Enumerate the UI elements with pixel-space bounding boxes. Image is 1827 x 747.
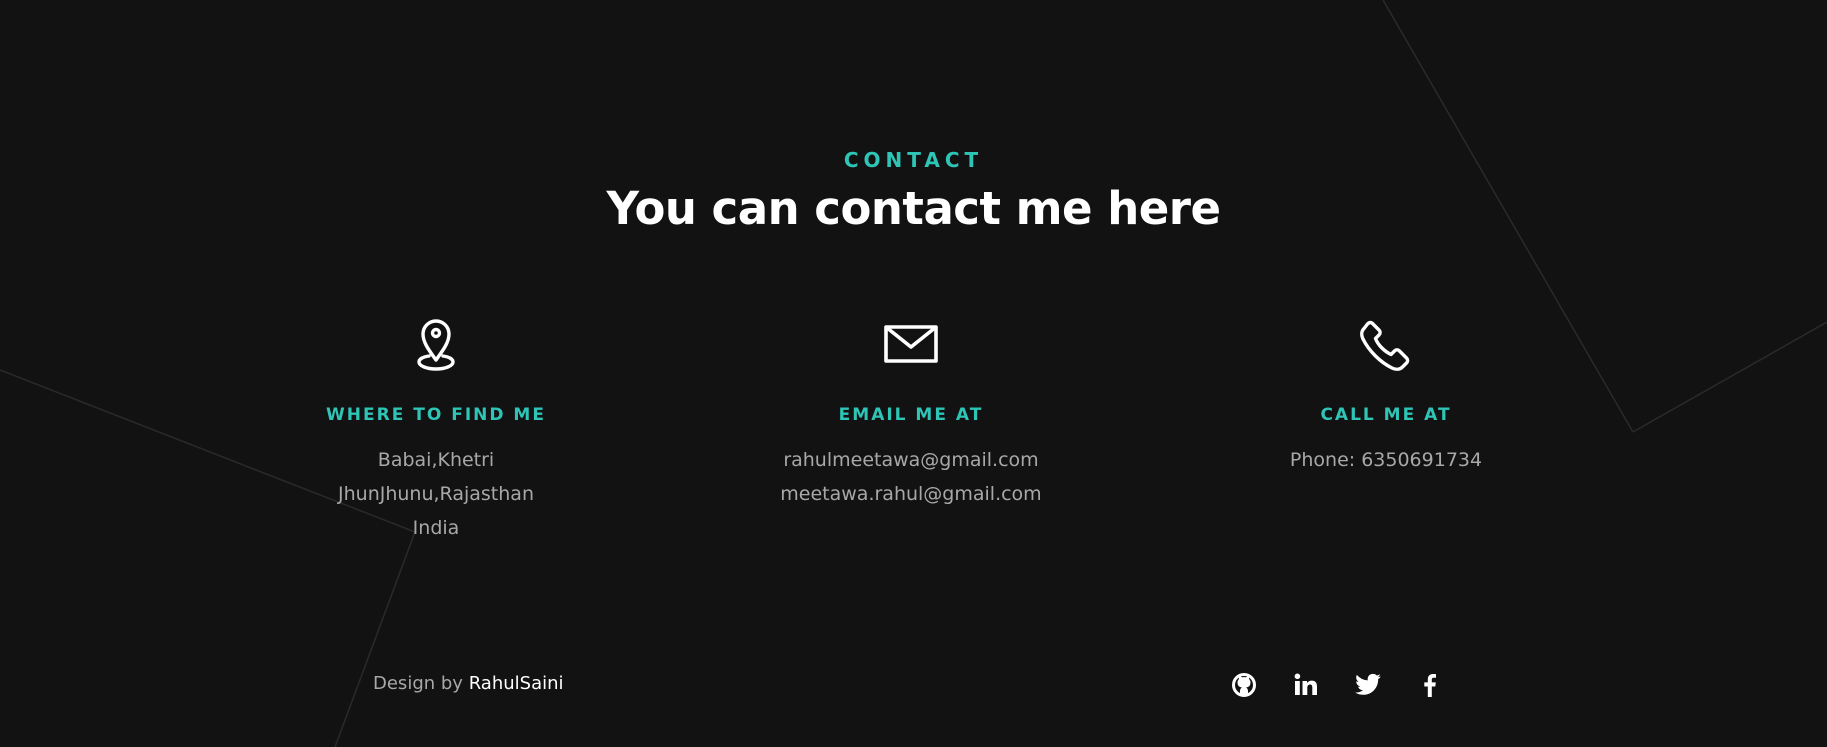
contact-card-location: WHERE TO FIND ME Babai,Khetri JhunJhunu,… [226,315,646,545]
address-line: Babai,Khetri [377,449,495,471]
envelope-icon [884,325,938,363]
twitter-icon [1355,673,1381,695]
github-link[interactable] [1230,671,1258,699]
contact-card-phone: CALL ME AT Phone: 6350691734 [1176,315,1596,477]
phone-lines: Phone: 6350691734 [1176,443,1596,477]
credit-author-link[interactable]: RahulSaini [469,673,564,694]
address-line: JhunJhunu,Rajasthan [338,483,534,505]
card-title: WHERE TO FIND ME [326,405,546,425]
card-title: EMAIL ME AT [838,405,984,425]
github-icon [1232,673,1256,697]
credit-prefix: Design by [373,673,463,694]
location-pin-icon [417,319,455,371]
phone-number[interactable]: Phone: 6350691734 [1176,443,1596,477]
contact-section: CONTACT You can contact me here WHERE TO… [0,0,1827,747]
address-lines: Babai,Khetri JhunJhunu,Rajasthan India [226,443,646,545]
linkedin-link[interactable] [1292,671,1320,699]
facebook-icon [1424,674,1436,697]
address-line: India [412,517,460,539]
facebook-link[interactable] [1416,671,1444,699]
card-title: CALL ME AT [1320,405,1452,425]
twitter-link[interactable] [1354,671,1382,699]
section-title: You can contact me here [606,182,1221,235]
section-eyebrow: CONTACT [843,148,984,172]
email-lines: rahulmeetawa@gmail.com meetawa.rahul@gma… [701,443,1121,511]
section-header: CONTACT You can contact me here [0,148,1827,235]
email-link[interactable]: rahulmeetawa@gmail.com [701,443,1121,477]
linkedin-icon [1294,673,1317,695]
phone-icon [1360,320,1410,371]
contact-card-email: EMAIL ME AT rahulmeetawa@gmail.com meeta… [701,315,1121,511]
email-link[interactable]: meetawa.rahul@gmail.com [701,477,1121,511]
footer-credit: Design by RahulSaini [373,673,564,694]
social-links [1230,671,1444,699]
